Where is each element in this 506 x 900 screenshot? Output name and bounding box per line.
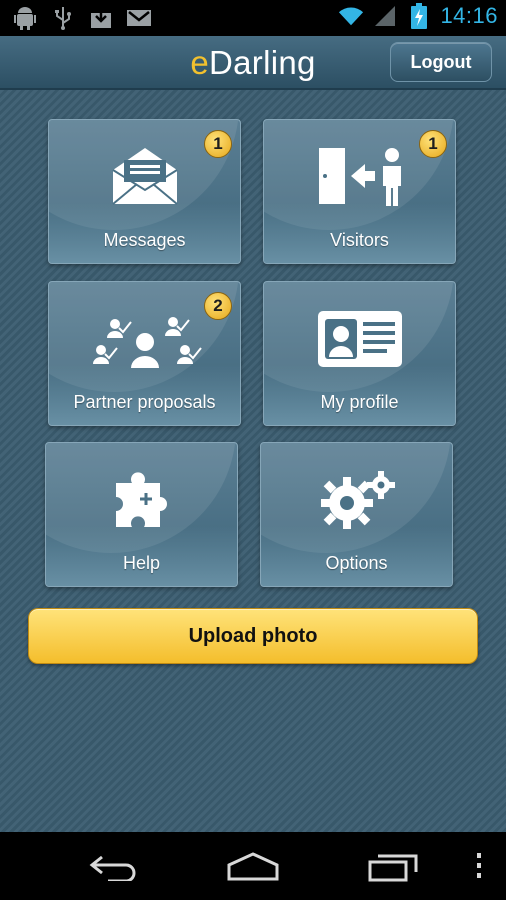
dashboard-panel: Messages 1 Visitors 1 Partner proposals … [0,90,506,832]
status-bar: 14:16 [0,0,506,36]
system-nav-bar [0,832,506,900]
notification-badge: 1 [419,130,447,158]
download-icon [88,5,114,31]
wifi-icon [338,3,364,29]
tile-label: Help [122,553,161,573]
gmail-icon [126,5,152,31]
app-header: eDarling Logout [0,36,506,90]
recent-apps-icon[interactable] [366,846,420,886]
tile-label: My profile [320,392,399,412]
tile-my-profile[interactable]: My profile [263,281,456,426]
tile-label: Partner proposals [73,392,216,412]
usb-icon [50,5,76,31]
puzzle-piece-icon [46,465,237,535]
tile-visitors[interactable]: Visitors 1 [263,119,456,264]
tile-partner-proposals[interactable]: Partner proposals 2 [48,281,241,426]
overflow-menu-icon[interactable] [468,846,490,886]
upload-photo-button[interactable]: Upload photo [28,608,478,664]
gears-icon [261,465,452,535]
tile-label: Messages [103,230,186,250]
android-debug-icon [12,5,38,31]
battery-charging-icon [406,3,432,29]
status-time: 14:16 [440,3,498,28]
tile-options[interactable]: Options [260,442,453,587]
home-icon[interactable] [226,846,280,886]
notification-badge: 2 [204,292,232,320]
tile-messages[interactable]: Messages 1 [48,119,241,264]
back-icon[interactable] [86,846,140,886]
signal-icon [372,3,398,29]
tile-label: Options [325,553,388,573]
id-card-icon [264,304,455,374]
tile-help[interactable]: Help [45,442,238,587]
notification-badge: 1 [204,130,232,158]
logout-button[interactable]: Logout [390,42,492,82]
tile-label: Visitors [330,230,389,250]
